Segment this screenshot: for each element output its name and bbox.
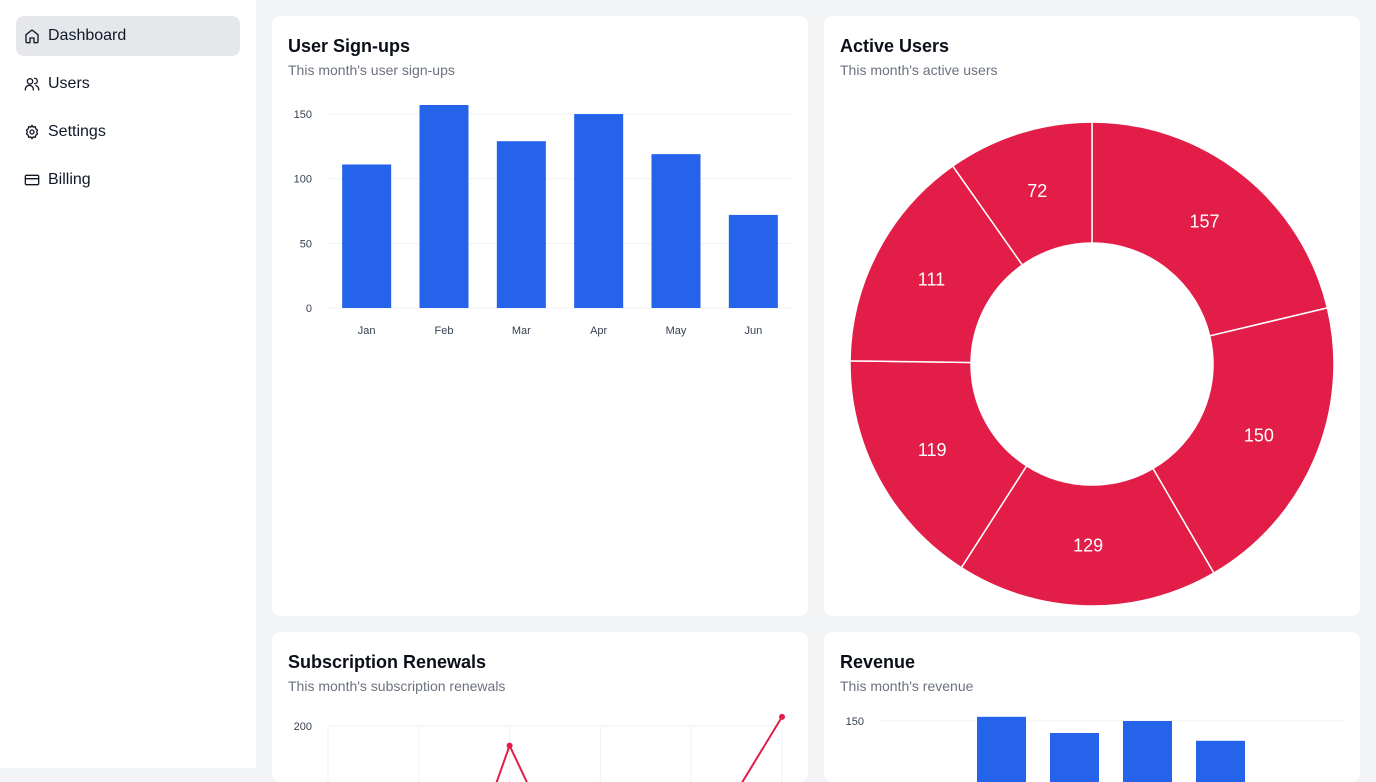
sidebar-item-billing[interactable]: Billing	[16, 160, 240, 200]
active-users-donut-chart: 157 150 129 119 111 72	[849, 121, 1335, 607]
card-title: User Sign-ups	[288, 36, 411, 56]
y-tick-label: 200	[294, 721, 312, 733]
y-tick-label: 50	[300, 238, 312, 250]
revenue-bar-chart: 150	[846, 716, 1344, 782]
bar	[1123, 721, 1172, 782]
card-subtitle: This month's subscription renewals	[288, 678, 506, 694]
revenue-card: Revenue This month's revenue 150	[824, 632, 1360, 782]
slice-label: 129	[1073, 535, 1103, 555]
signups-card: User Sign-ups This month's user sign-ups…	[272, 16, 808, 616]
slice-label: 119	[918, 440, 947, 460]
bar	[1050, 733, 1099, 782]
series-point	[779, 713, 785, 720]
sidebar-item-label: Users	[48, 75, 90, 92]
bar	[574, 114, 624, 308]
series-line	[495, 742, 528, 782]
card-title: Subscription Renewals	[288, 652, 487, 672]
bar	[342, 164, 392, 308]
x-tick-label: Jun	[744, 325, 762, 337]
y-tick-label: 0	[306, 303, 312, 315]
x-tick-label: Apr	[590, 325, 607, 337]
slice-label: 150	[1244, 425, 1274, 445]
sidebar-item-label: Settings	[48, 123, 106, 140]
y-tick-label: 150	[846, 716, 864, 728]
bar	[1196, 740, 1245, 782]
bar	[419, 105, 469, 308]
renewals-line-chart: 200	[294, 713, 785, 782]
sidebar-item-label: Dashboard	[48, 27, 127, 44]
series-point	[506, 742, 513, 749]
bar	[651, 154, 701, 308]
slice-label: 157	[1189, 212, 1219, 232]
x-tick-label: May	[666, 325, 687, 337]
series-line	[741, 716, 783, 782]
bar	[728, 214, 778, 308]
sidebar: Dashboard Users Settings Billing	[0, 0, 256, 768]
gear-icon	[24, 124, 40, 140]
bar	[977, 716, 1026, 782]
active-users-card: Active Users This month's active users 1…	[824, 16, 1360, 616]
users-icon	[24, 76, 40, 92]
x-tick-label: Jan	[358, 325, 376, 337]
card-subtitle: This month's revenue	[840, 678, 974, 694]
y-tick-label: 150	[294, 109, 312, 121]
x-tick-label: Mar	[512, 325, 531, 337]
sidebar-item-settings[interactable]: Settings	[16, 112, 240, 152]
card-subtitle: This month's active users	[840, 62, 998, 78]
card-subtitle: This month's user sign-ups	[288, 62, 455, 78]
home-icon	[24, 28, 40, 44]
y-tick-label: 100	[294, 174, 312, 186]
card-title: Active Users	[840, 36, 950, 56]
sidebar-item-label: Billing	[48, 171, 91, 188]
slice-label: 111	[918, 269, 945, 289]
bar	[496, 141, 546, 308]
sidebar-item-dashboard[interactable]: Dashboard	[16, 16, 240, 56]
card-title: Revenue	[840, 652, 916, 672]
sidebar-item-users[interactable]: Users	[16, 64, 240, 104]
credit-card-icon	[24, 172, 40, 188]
slice-label: 72	[1027, 181, 1047, 201]
signups-bar-chart: 0 50 100 150 Jan Feb Mar Apr May Jun	[294, 105, 792, 337]
x-tick-label: Feb	[435, 325, 454, 337]
renewals-card: Subscription Renewals This month's subsc…	[272, 632, 808, 782]
